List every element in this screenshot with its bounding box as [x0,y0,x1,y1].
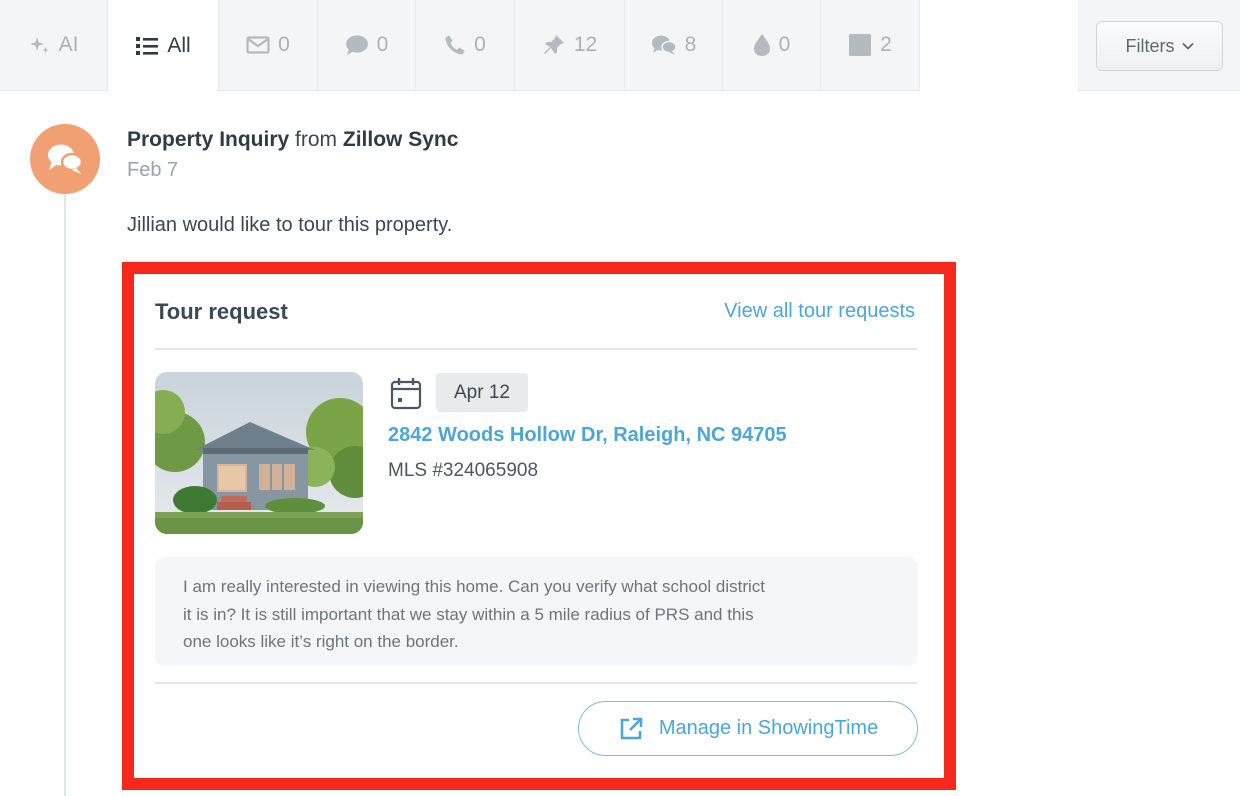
tab-ai-label: AI [58,33,79,56]
event-body: Jillian would like to tour this property… [127,214,453,236]
tour-date-chip: Apr 12 [436,373,528,412]
message-line: I am really interested in viewing this h… [183,577,766,596]
tab-conversations-count: 8 [684,33,697,56]
message-line: it is in? It is still important that we … [183,604,754,624]
card-divider-top [155,348,917,350]
email-icon [246,36,270,54]
tab-conversations[interactable]: 8 [625,0,723,90]
message-line: one looks like it’s right on the border. [183,632,459,651]
tab-email-count: 0 [278,33,290,56]
list-icon [135,35,159,57]
event-avatar [30,124,100,194]
timeline-line [64,190,66,796]
inquiry-message: I am really interested in viewing this h… [155,557,918,666]
sparkle-icon [29,34,51,56]
event-date: Feb 7 [127,159,179,181]
chat-icon [345,34,369,56]
mls-number: MLS #324065908 [388,460,539,481]
tab-drops[interactable]: 0 [723,0,821,90]
event-type: Property Inquiry [127,128,290,151]
tab-pinned-count: 12 [573,33,598,56]
event-from: from [295,128,338,151]
house-image [155,372,363,534]
tab-pinned[interactable]: 12 [515,0,625,90]
manage-in-showingtime-button[interactable]: Manage in ShowingTime [578,701,918,756]
property-address-link[interactable]: 2842 Woods Hollow Dr, Raleigh, NC 94705 [388,424,787,447]
conversation-icon [48,144,84,174]
card-divider-bottom [155,682,917,684]
tab-email[interactable]: 0 [219,0,318,90]
conversation-icon [651,34,677,56]
tab-ai[interactable]: AI [0,0,108,90]
square-icon [848,33,872,57]
tab-chat-count: 0 [376,33,389,56]
event-title: Property Inquiry from Zillow Sync [127,128,458,152]
tab-chat[interactable]: 0 [318,0,416,90]
card-title: Tour request [155,299,288,324]
tab-all-label: All [167,33,191,57]
tab-phone-count: 0 [474,33,486,56]
filters-label: Filters [1125,35,1175,56]
tab-phone[interactable]: 0 [416,0,515,90]
phone-icon [444,34,466,56]
event-source: Zillow Sync [342,128,459,151]
property-photo[interactable] [155,372,363,534]
pin-icon [542,33,566,57]
tab-drops-count: 0 [778,33,791,56]
manage-button-label: Manage in ShowingTime [658,717,879,739]
external-link-icon [620,717,643,739]
channel-tab-bar: AI All 0 0 0 12 8 0 2 Filters [0,0,1240,91]
view-all-tour-requests-link[interactable]: View all tour requests [724,300,915,323]
filters-button[interactable]: Filters [1096,21,1223,71]
calendar-icon [390,378,422,410]
chevron-down-icon [1181,42,1194,50]
tab-notes[interactable]: 2 [821,0,920,90]
tab-bar-spacer [920,0,1078,91]
tab-notes-count: 2 [880,33,892,56]
drop-icon [753,33,771,57]
tab-all[interactable]: All [107,0,219,91]
